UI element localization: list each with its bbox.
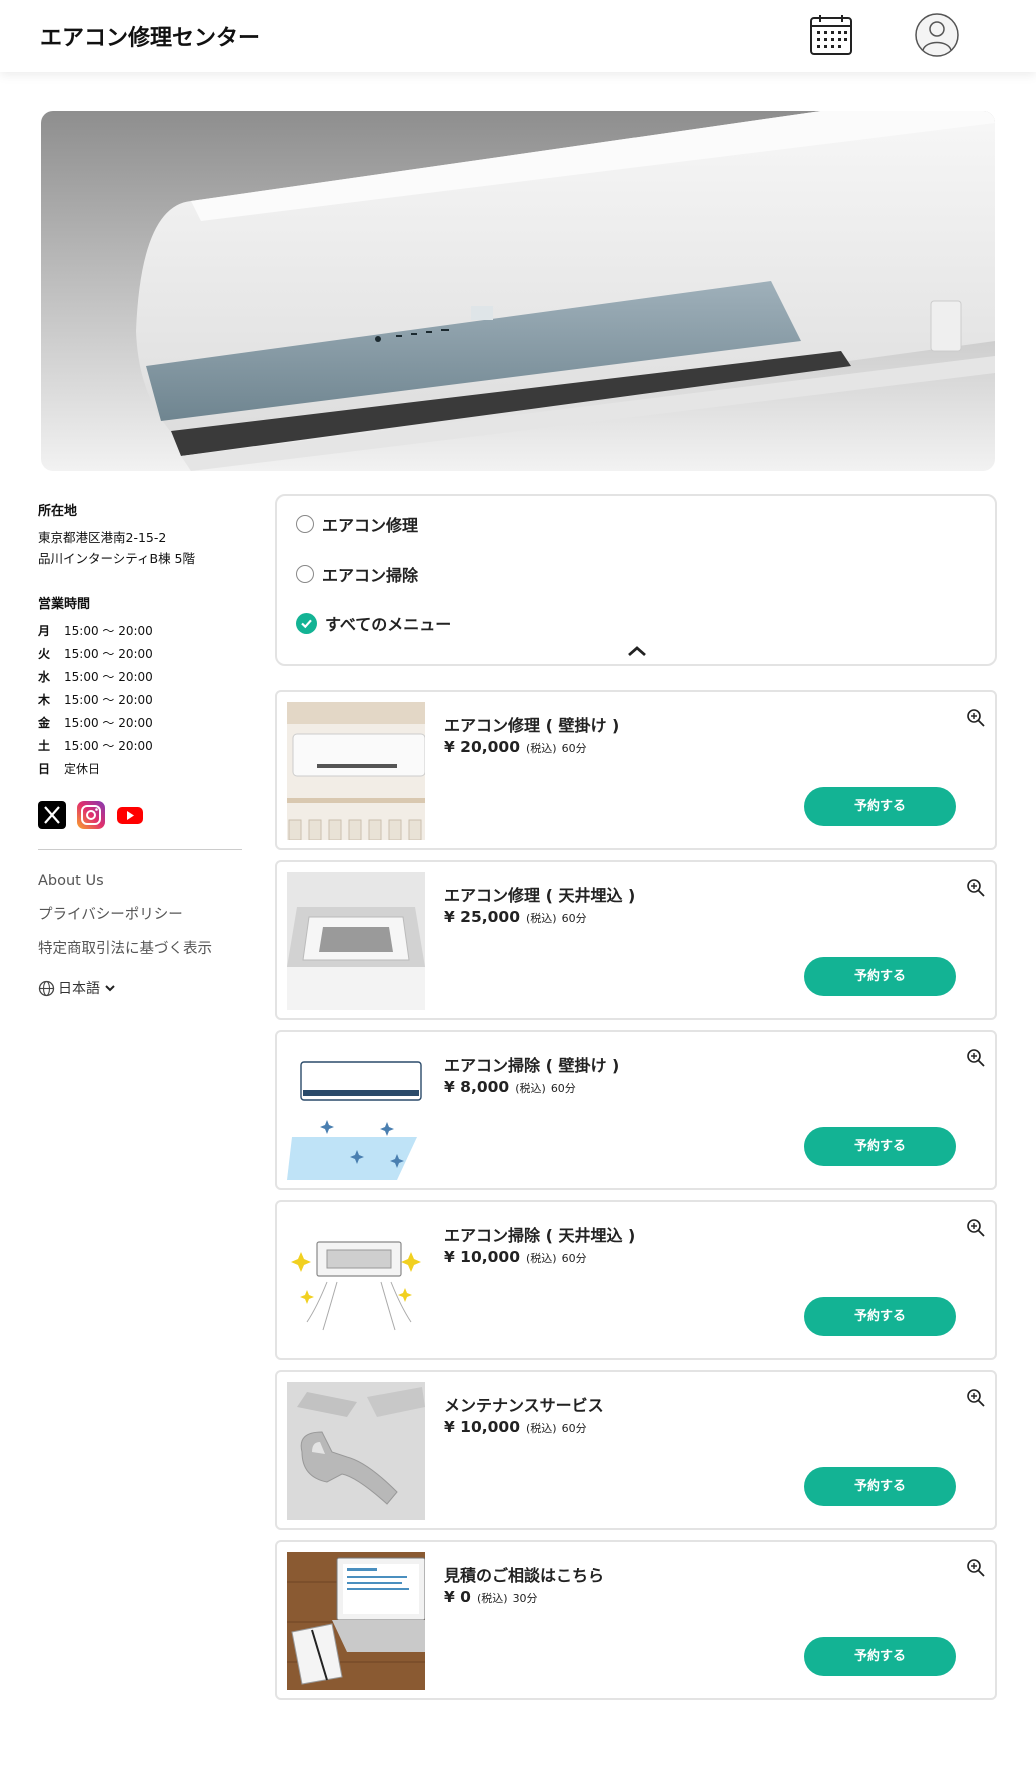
service-card: エアコン掃除 ( 天井埋込 ) ¥ 10,000 (税込) 60分 予約する: [275, 1200, 997, 1360]
service-thumbnail: [287, 1382, 425, 1520]
address-line-1: 東京都港区港南2-15-2: [38, 530, 167, 545]
instagram-icon[interactable]: [77, 801, 106, 829]
service-price: ¥ 0 (税込) 30分: [444, 1588, 538, 1606]
service-price: ¥ 25,000 (税込) 60分: [444, 908, 587, 926]
service-thumbnail: [287, 1212, 425, 1350]
book-button[interactable]: 予約する: [804, 1297, 956, 1336]
hours-row: 木 15:00 ～ 20:00: [38, 693, 153, 707]
service-price: ¥ 20,000 (税込) 60分: [444, 738, 587, 756]
zoom-in-icon[interactable]: [966, 1388, 986, 1408]
book-button[interactable]: 予約する: [804, 1127, 956, 1166]
service-card: エアコン掃除 ( 壁掛け ) ¥ 8,000 (税込) 60分 予約する: [275, 1030, 997, 1190]
menu-filter: エアコン修理 エアコン掃除 すべてのメニュー: [275, 494, 997, 666]
radio-button[interactable]: [296, 515, 314, 533]
address-line-2: 品川インターシティB棟 5階: [38, 551, 196, 566]
language-selector[interactable]: 日本語: [38, 978, 242, 998]
zoom-in-icon[interactable]: [966, 878, 986, 898]
service-name: エアコン掃除 ( 天井埋込 ): [444, 1226, 636, 1245]
zoom-in-icon[interactable]: [966, 708, 986, 728]
shop-info-sidebar: 所在地 東京都港区港南2-15-2 品川インターシティB棟 5階 営業時間 月1…: [38, 500, 242, 998]
service-thumbnail: [287, 702, 425, 840]
app-header: エアコン修理センター: [0, 0, 1036, 72]
hours-row: 水 15:00 ～ 20:00: [38, 670, 153, 684]
check-circle-icon[interactable]: [296, 612, 317, 634]
social-links: [38, 801, 242, 831]
language-label: 日本語: [58, 981, 100, 997]
filter-option-repair[interactable]: エアコン修理: [296, 512, 418, 536]
service-name: エアコン掃除 ( 壁掛け ): [444, 1056, 620, 1075]
service-name: 見積のご相談はこちら: [444, 1566, 605, 1585]
hours-row: 金 15:00 ～ 20:00: [38, 716, 153, 730]
globe-icon: [38, 980, 55, 996]
book-button[interactable]: 予約する: [804, 1637, 956, 1676]
service-card: 見積のご相談はこちら ¥ 0 (税込) 30分 予約する: [275, 1540, 997, 1700]
chevron-down-icon: [105, 985, 115, 992]
hours-row: 月 15:00 ～ 20:00: [38, 624, 153, 638]
filter-option-cleaning[interactable]: エアコン掃除: [296, 562, 418, 586]
service-card: メンテナンスサービス ¥ 10,000 (税込) 60分 予約する: [275, 1370, 997, 1530]
hours-row: 土 15:00 ～ 20:00: [38, 739, 153, 753]
zoom-in-icon[interactable]: [966, 1218, 986, 1238]
chevron-up-icon[interactable]: [625, 644, 649, 658]
service-name: メンテナンスサービス: [444, 1396, 604, 1415]
privacy-policy-link[interactable]: プライバシーポリシー: [38, 898, 242, 932]
service-thumbnail: [287, 872, 425, 1010]
hours-row: 火 15:00 ～ 20:00: [38, 647, 153, 661]
book-button[interactable]: 予約する: [804, 787, 956, 826]
page-title: エアコン修理センター: [40, 26, 261, 51]
about-us-link[interactable]: About Us: [38, 864, 242, 898]
address-heading: 所在地: [38, 504, 78, 519]
hours-heading: 営業時間: [38, 597, 91, 612]
user-avatar-icon[interactable]: [913, 11, 961, 59]
commercial-law-link[interactable]: 特定商取引法に基づく表示: [38, 932, 242, 966]
radio-button[interactable]: [296, 565, 314, 583]
sidebar-divider: [38, 849, 242, 850]
service-thumbnail: [287, 1042, 425, 1180]
service-price: ¥ 10,000 (税込) 60分: [444, 1248, 587, 1266]
service-price: ¥ 8,000 (税込) 60分: [444, 1078, 576, 1096]
filter-option-all[interactable]: すべてのメニュー: [296, 611, 451, 635]
book-button[interactable]: 予約する: [804, 1467, 956, 1506]
service-card: エアコン修理 ( 天井埋込 ) ¥ 25,000 (税込) 60分 予約する: [275, 860, 997, 1020]
service-name: エアコン修理 ( 天井埋込 ): [444, 886, 636, 905]
footer-links: About Us プライバシーポリシー 特定商取引法に基づく表示: [38, 864, 242, 966]
book-button[interactable]: 予約する: [804, 957, 956, 996]
x-icon[interactable]: [38, 801, 66, 829]
zoom-in-icon[interactable]: [966, 1558, 986, 1578]
service-thumbnail: [287, 1552, 425, 1690]
hero-image: [41, 111, 995, 471]
calendar-icon[interactable]: [809, 13, 853, 57]
service-card: エアコン修理 ( 壁掛け ) ¥ 20,000 (税込) 60分 予約する: [275, 690, 997, 850]
business-hours-list: 月 15:00 ～ 20:00 火 15:00 ～ 20:00 水 15:00 ～ 2…: [38, 620, 242, 781]
zoom-in-icon[interactable]: [966, 1048, 986, 1068]
service-price: ¥ 10,000 (税込) 60分: [444, 1418, 587, 1436]
hours-row: 日定休日: [38, 762, 101, 776]
service-name: エアコン修理 ( 壁掛け ): [444, 716, 620, 735]
youtube-icon[interactable]: [116, 801, 144, 829]
